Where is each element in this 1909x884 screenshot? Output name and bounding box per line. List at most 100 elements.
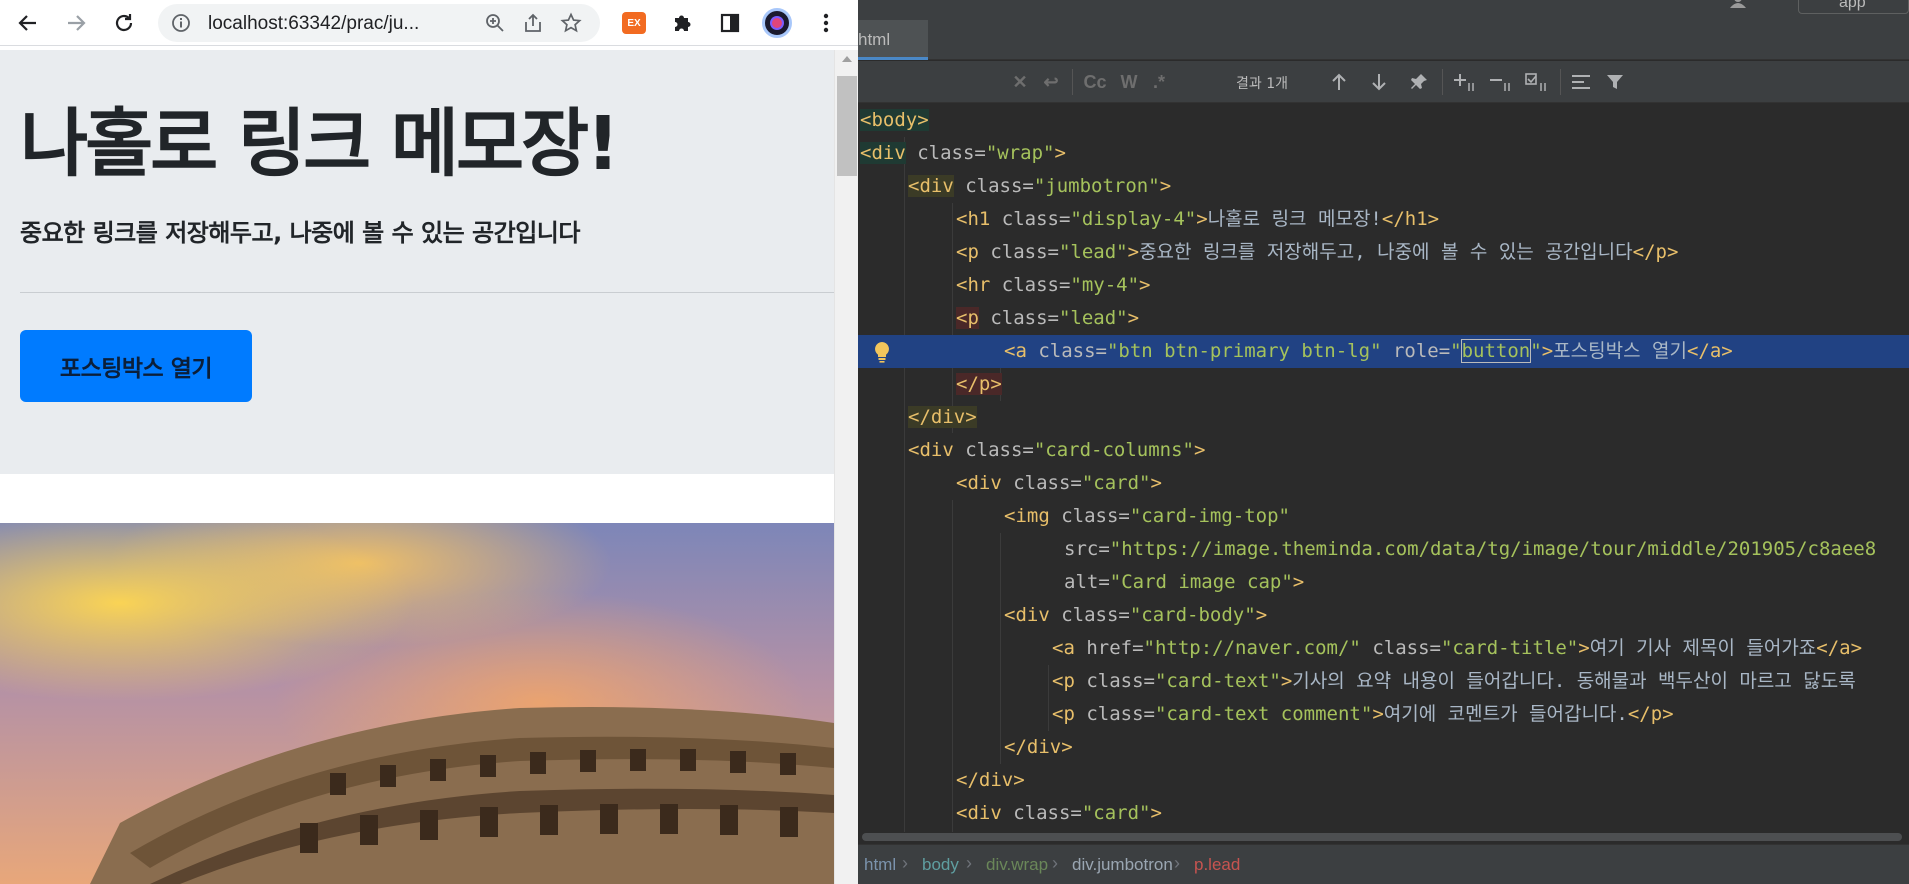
code-token: 중요한 링크를 저장해두고, 나중에 볼 수 있는 공간입니다 xyxy=(1139,241,1633,263)
separator xyxy=(1560,69,1561,95)
page-title: 나홀로 링크 메모장! xyxy=(20,101,620,187)
code-token: </h1> xyxy=(1381,208,1440,230)
code-token: "card-text comment" xyxy=(1154,703,1373,725)
scroll-up-icon[interactable] xyxy=(842,56,852,62)
code-token: 포스팅박스 열기 xyxy=(1553,340,1687,362)
filter-icon[interactable] xyxy=(1602,69,1628,95)
code-line[interactable]: <hr class="my-4"> xyxy=(858,269,1909,302)
address-bar[interactable]: localhost:63342/prac/ju... xyxy=(158,4,600,42)
code-line[interactable]: <p class="lead"> xyxy=(858,302,1909,335)
code-line[interactable]: <div class="wrap"> xyxy=(858,137,1909,170)
clear-search-icon[interactable]: ✕ xyxy=(1008,69,1032,95)
share-icon[interactable] xyxy=(518,8,548,38)
code-token: </div> xyxy=(956,769,1025,791)
code-token: <p xyxy=(956,241,979,263)
breadcrumb-item[interactable]: body xyxy=(922,855,959,875)
side-panel-icon[interactable] xyxy=(714,7,746,39)
code-token: <div xyxy=(908,439,954,461)
code-line[interactable]: <div class="card"> xyxy=(858,467,1909,500)
code-token: href= xyxy=(1074,637,1144,659)
structure-breadcrumb: html › body › div.wrap › div.jumbotron › p.lead xyxy=(858,844,1909,884)
tab-html[interactable]: html xyxy=(858,20,928,60)
lightbulb-icon[interactable] xyxy=(872,341,892,363)
remove-selection-icon[interactable] xyxy=(1486,69,1516,95)
code-editor[interactable]: <body> <div class="wrap"> <div class="ju… xyxy=(858,104,1909,836)
next-occurrence-icon[interactable] xyxy=(1366,69,1392,95)
code-line[interactable]: <div class="card-columns"> xyxy=(858,434,1909,467)
breadcrumb-item[interactable]: p.lead xyxy=(1194,855,1240,875)
extensions-puzzle-icon[interactable] xyxy=(666,7,698,39)
add-selection-icon[interactable] xyxy=(1450,69,1480,95)
breadcrumb-item[interactable]: div.jumbotron xyxy=(1072,855,1173,875)
breadcrumb-separator-icon: › xyxy=(1052,853,1058,873)
code-token: > xyxy=(1139,274,1151,296)
run-config-selector[interactable]: app xyxy=(1798,0,1909,14)
code-token: > xyxy=(1127,307,1140,329)
code-line[interactable]: <img class="card-img-top" xyxy=(858,500,1909,533)
code-line-current[interactable]: <a class="btn btn-primary btn-lg" role="… xyxy=(858,335,1909,368)
colosseum-image xyxy=(90,707,834,884)
bookmark-star-icon[interactable] xyxy=(556,8,586,38)
code-line[interactable]: <body> xyxy=(858,104,1909,137)
prev-occurrence-icon[interactable] xyxy=(1326,69,1352,95)
match-case-toggle[interactable]: Cc xyxy=(1080,69,1110,95)
breadcrumb-item[interactable]: div.wrap xyxy=(986,855,1048,875)
code-line[interactable]: </p> xyxy=(858,368,1909,401)
code-line[interactable]: <h1 class="display-4">나홀로 링크 메모장!</h1> xyxy=(858,203,1909,236)
code-line[interactable]: <div class="jumbotron"> xyxy=(858,170,1909,203)
editor-horizontal-scrollbar[interactable] xyxy=(858,832,1909,842)
code-line[interactable]: </div> xyxy=(858,401,1909,434)
code-token: button xyxy=(1460,339,1532,363)
ex-extension-icon[interactable]: EX xyxy=(622,12,646,34)
regex-toggle[interactable]: .* xyxy=(1146,69,1172,95)
forward-button[interactable] xyxy=(60,7,92,39)
code-token: > xyxy=(1372,703,1384,725)
pin-icon[interactable] xyxy=(1406,69,1432,95)
code-token: </p> xyxy=(1632,241,1679,263)
scrollbar-thumb[interactable] xyxy=(837,76,857,176)
code-line[interactable]: <p class="lead">중요한 링크를 저장해두고, 나중에 볼 수 있… xyxy=(858,236,1909,269)
page-scrollbar[interactable] xyxy=(834,50,858,884)
code-line[interactable]: <div class="card"> xyxy=(858,797,1909,830)
reload-button[interactable] xyxy=(108,7,140,39)
code-token: "card-title" xyxy=(1440,637,1579,659)
breadcrumb-item[interactable]: html xyxy=(864,855,896,875)
editor-tab-bar: html xyxy=(858,20,1909,60)
code-token: " xyxy=(1450,340,1462,362)
code-line[interactable]: </div> xyxy=(858,731,1909,764)
code-line[interactable]: </div> xyxy=(858,764,1909,797)
code-line[interactable]: <a href="http://naver.com/" class="card-… xyxy=(858,632,1909,665)
code-line[interactable]: <div class="card-body"> xyxy=(858,599,1909,632)
open-posting-box-button[interactable]: 포스팅박스 열기 xyxy=(20,330,252,402)
code-token: > xyxy=(1578,637,1590,659)
replace-toggle-icon[interactable]: ↩ xyxy=(1038,69,1064,95)
page-viewport[interactable]: 나홀로 링크 메모장! 중요한 링크를 저장해두고, 나중에 볼 수 있는 공간… xyxy=(0,50,834,884)
code-token: > xyxy=(1194,439,1206,461)
zoom-icon[interactable] xyxy=(480,8,510,38)
code-line[interactable]: <p class="card-text">기사의 요약 내용이 들어갑니다. 동… xyxy=(858,665,1909,698)
card-image xyxy=(0,523,834,884)
scrollbar-thumb[interactable] xyxy=(862,833,1902,841)
breadcrumb-separator-icon: › xyxy=(902,853,908,873)
site-info-icon[interactable] xyxy=(170,12,192,34)
filter-lines-icon[interactable] xyxy=(1568,69,1594,95)
user-icon[interactable] xyxy=(1730,0,1750,8)
back-button[interactable] xyxy=(12,7,44,39)
code-token: role= xyxy=(1381,340,1451,362)
code-token: </a> xyxy=(1816,637,1863,659)
lead-text: 중요한 링크를 저장해두고, 나중에 볼 수 있는 공간입니다 xyxy=(20,219,580,247)
back-arrow-icon xyxy=(18,15,36,31)
code-token: "display-4" xyxy=(1070,208,1197,230)
code-token: "card" xyxy=(1081,802,1151,824)
code-line[interactable]: alt="Card image cap"> xyxy=(858,566,1909,599)
forward-arrow-icon xyxy=(68,15,86,31)
code-line[interactable]: <p class="card-text comment">여기에 코멘트가 들어… xyxy=(858,698,1909,731)
browser-menu-icon[interactable] xyxy=(810,7,842,39)
code-token: class= xyxy=(1074,670,1155,692)
code-token: <div xyxy=(860,142,906,164)
whole-word-toggle[interactable]: W xyxy=(1116,69,1142,95)
url-text[interactable]: localhost:63342/prac/ju... xyxy=(208,13,419,35)
select-all-occurrences-icon[interactable] xyxy=(1522,69,1552,95)
profile-avatar[interactable] xyxy=(762,8,792,38)
code-line[interactable]: src="https://image.theminda.com/data/tg/… xyxy=(858,533,1909,566)
